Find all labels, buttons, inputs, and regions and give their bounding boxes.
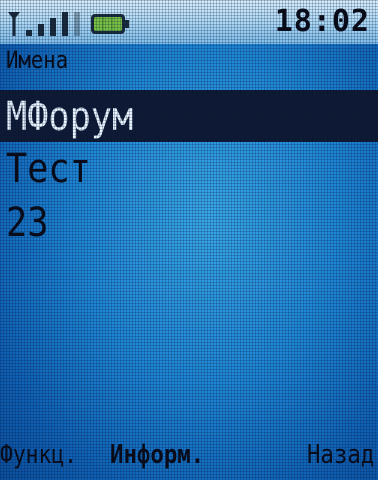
status-bar: 18:02 (0, 0, 378, 44)
list-item-label: Тест (6, 146, 91, 192)
list-item-selected[interactable]: МФорум (0, 90, 378, 142)
softkey-center-info[interactable]: Информ. (110, 440, 204, 470)
softkey-right-back[interactable]: Назад (307, 440, 374, 470)
battery-icon (91, 14, 129, 34)
list-item-label: МФорум (6, 94, 134, 140)
clock: 18:02 (274, 4, 370, 39)
softkey-bar: Функц. Информ. Назад (0, 432, 378, 480)
list-item-label: 23 (6, 200, 49, 246)
list-item[interactable]: 23 (0, 196, 378, 250)
list-item[interactable]: Тест (0, 142, 378, 196)
softkey-left-options[interactable]: Функц. (0, 440, 77, 470)
screen-title: Имена (6, 46, 69, 74)
names-list: МФорум Тест 23 (0, 90, 378, 250)
